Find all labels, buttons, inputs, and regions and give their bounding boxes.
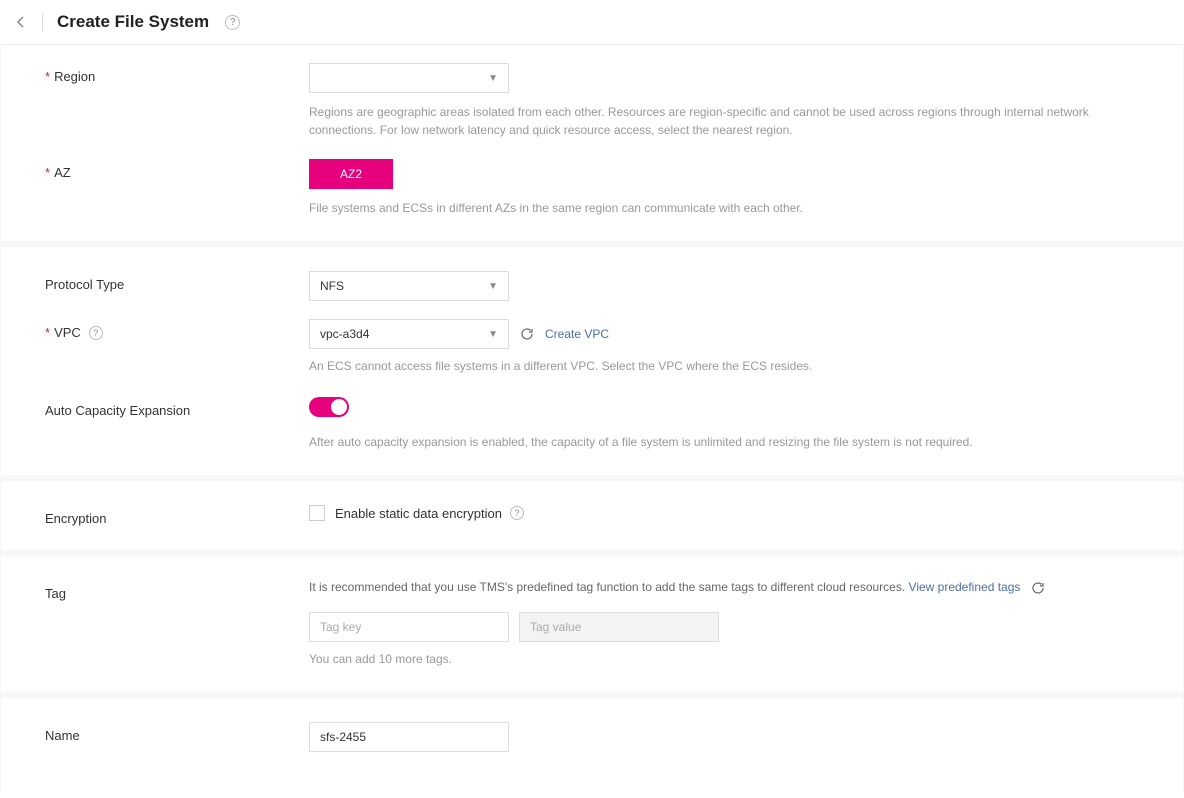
toggle-knob [331,399,347,415]
divider [42,13,43,31]
encryption-checkbox-label: Enable static data encryption [335,506,502,521]
refresh-icon[interactable] [1030,580,1046,596]
caret-down-icon: ▼ [488,281,498,292]
back-button[interactable] [14,15,28,29]
page-title: Create File System [57,12,209,32]
region-select[interactable]: ▼ [309,63,509,93]
tag-key-input[interactable] [309,612,509,642]
view-predefined-tags-link[interactable]: View predefined tags [909,580,1021,594]
caret-down-icon: ▼ [488,73,498,84]
auto-capacity-label: Auto Capacity Expansion [45,397,309,418]
help-icon[interactable]: ? [89,326,103,340]
region-help-text: Regions are geographic areas isolated fr… [309,103,1139,139]
tag-help-text: It is recommended that you use TMS's pre… [309,580,909,594]
vpc-help-text: An ECS cannot access file systems in a d… [309,357,1139,375]
create-vpc-link[interactable]: Create VPC [545,327,609,341]
help-icon[interactable]: ? [510,506,524,520]
refresh-icon[interactable] [519,326,535,342]
region-label: *Region [45,63,309,84]
az-label: *AZ [45,159,309,180]
tag-remaining-text: You can add 10 more tags. [309,650,1139,668]
tag-label: Tag [45,580,309,601]
name-input[interactable] [309,722,509,752]
auto-capacity-help-text: After auto capacity expansion is enabled… [309,433,1139,451]
name-label: Name [45,722,309,743]
tag-value-input [519,612,719,642]
vpc-select[interactable]: vpc-a3d4 ▼ [309,319,509,349]
protocol-select[interactable]: NFS ▼ [309,271,509,301]
az-help-text: File systems and ECSs in different AZs i… [309,199,1139,217]
caret-down-icon: ▼ [488,329,498,340]
encryption-label: Encryption [45,505,309,526]
encryption-checkbox[interactable] [309,505,325,521]
protocol-label: Protocol Type [45,271,309,292]
vpc-label: *VPC ? [45,319,309,340]
help-icon[interactable]: ? [225,15,240,30]
az-option-az2[interactable]: AZ2 [309,159,393,189]
auto-capacity-toggle[interactable] [309,397,349,417]
